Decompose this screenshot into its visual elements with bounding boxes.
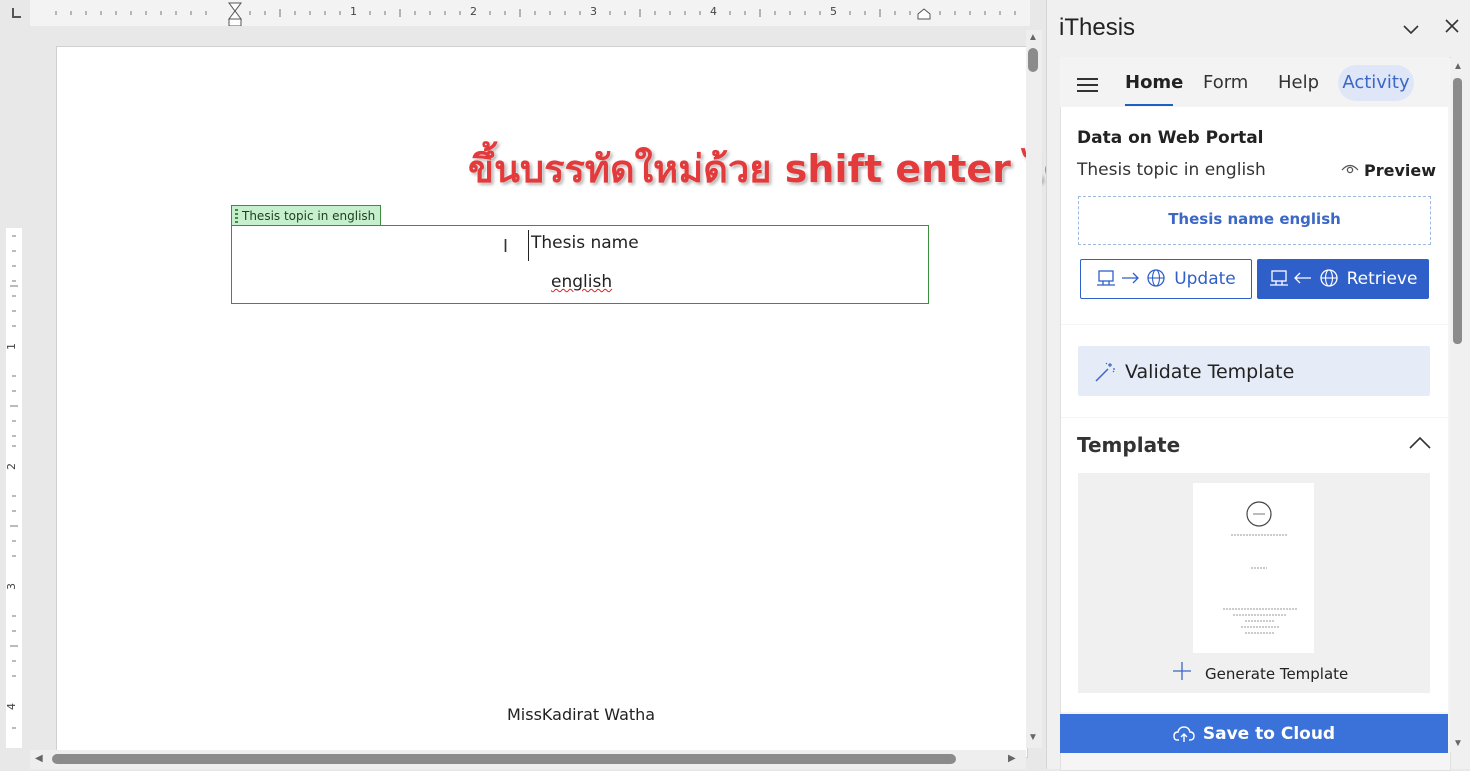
- chevron-down-icon[interactable]: [1402, 20, 1420, 41]
- thesis-title-line2[interactable]: english: [551, 272, 612, 292]
- horizontal-ruler[interactable]: 1 2 3 4 5: [30, 0, 1030, 26]
- ruler-number: 4: [5, 703, 18, 710]
- ruler-number: 4: [710, 5, 717, 18]
- computer-to-web-icon: [1097, 269, 1165, 287]
- pane-title: iThesis: [1059, 14, 1136, 41]
- scroll-down-icon[interactable]: ▼: [1453, 738, 1463, 749]
- update-button[interactable]: Update: [1080, 259, 1252, 299]
- menu-icon[interactable]: [1077, 78, 1098, 92]
- tab-activity[interactable]: Activity: [1338, 65, 1414, 101]
- ruler-number: 2: [5, 463, 18, 470]
- cloud-upload-icon: [1173, 725, 1195, 742]
- thesis-title-line1[interactable]: Thesis name: [531, 233, 639, 253]
- content-control-tag[interactable]: Thesis topic in english: [231, 205, 382, 226]
- scroll-up-icon[interactable]: ▲: [1028, 32, 1038, 43]
- field-value: Thesis name english: [1168, 210, 1341, 228]
- ruler-number: 1: [350, 5, 357, 18]
- drag-handle-icon[interactable]: [235, 209, 238, 223]
- close-icon[interactable]: [1444, 17, 1460, 40]
- web-to-computer-icon: [1269, 269, 1338, 287]
- ruler-number: 3: [590, 5, 597, 18]
- magic-wand-icon: [1094, 361, 1116, 383]
- section-heading: Data on Web Portal: [1077, 128, 1264, 148]
- save-to-cloud-label: Save to Cloud: [1202, 723, 1336, 744]
- plus-icon[interactable]: [1172, 657, 1192, 688]
- tab-help[interactable]: Help: [1278, 72, 1319, 93]
- document-vertical-scrollbar[interactable]: [1026, 30, 1042, 748]
- retrieve-label: Retrieve: [1346, 269, 1418, 289]
- scroll-left-icon[interactable]: ◀: [35, 753, 43, 764]
- retrieve-button[interactable]: Retrieve: [1257, 259, 1429, 299]
- pane-scroll-thumb[interactable]: [1453, 78, 1462, 344]
- template-thumbnail: [1193, 483, 1314, 653]
- chevron-up-icon[interactable]: [1408, 436, 1432, 450]
- tab-home[interactable]: Home: [1125, 72, 1183, 93]
- ruler-number: 1: [5, 343, 18, 350]
- ruler-number: 2: [470, 5, 477, 18]
- eye-icon[interactable]: [1341, 161, 1359, 177]
- text-caret: [528, 230, 529, 261]
- annotation-text: ขึ้นบรรทัดใหม่ด้วย shift enter ได้: [468, 147, 1068, 191]
- field-label: Thesis topic in english: [1077, 160, 1266, 180]
- save-to-cloud-button[interactable]: Save to Cloud: [1060, 714, 1448, 753]
- tab-form[interactable]: Form: [1203, 72, 1248, 93]
- document-vertical-scroll-thumb[interactable]: [1028, 48, 1038, 72]
- update-label: Update: [1174, 269, 1236, 289]
- ruler-number: 3: [5, 583, 18, 590]
- vertical-ruler-margin: 1 2 3 4: [5, 228, 22, 748]
- preview-button[interactable]: Preview: [1364, 161, 1436, 180]
- content-control-title: Thesis topic in english: [242, 209, 376, 223]
- validate-template-label: Validate Template: [1125, 361, 1295, 383]
- scroll-up-icon[interactable]: ▲: [1453, 61, 1463, 72]
- active-tab-indicator: [1125, 104, 1173, 106]
- scroll-right-icon[interactable]: ▶: [1008, 753, 1016, 764]
- text-cursor-icon: I: [503, 236, 509, 256]
- ruler-corner[interactable]: [0, 0, 30, 26]
- generate-template-label[interactable]: Generate Template: [1205, 665, 1348, 683]
- ruler-number: 5: [830, 5, 837, 18]
- document-horizontal-scroll-thumb[interactable]: [52, 754, 956, 764]
- scroll-down-icon[interactable]: ▼: [1028, 732, 1038, 743]
- section-heading: Template: [1077, 433, 1181, 457]
- author-name[interactable]: MissKadirat Watha: [507, 705, 655, 724]
